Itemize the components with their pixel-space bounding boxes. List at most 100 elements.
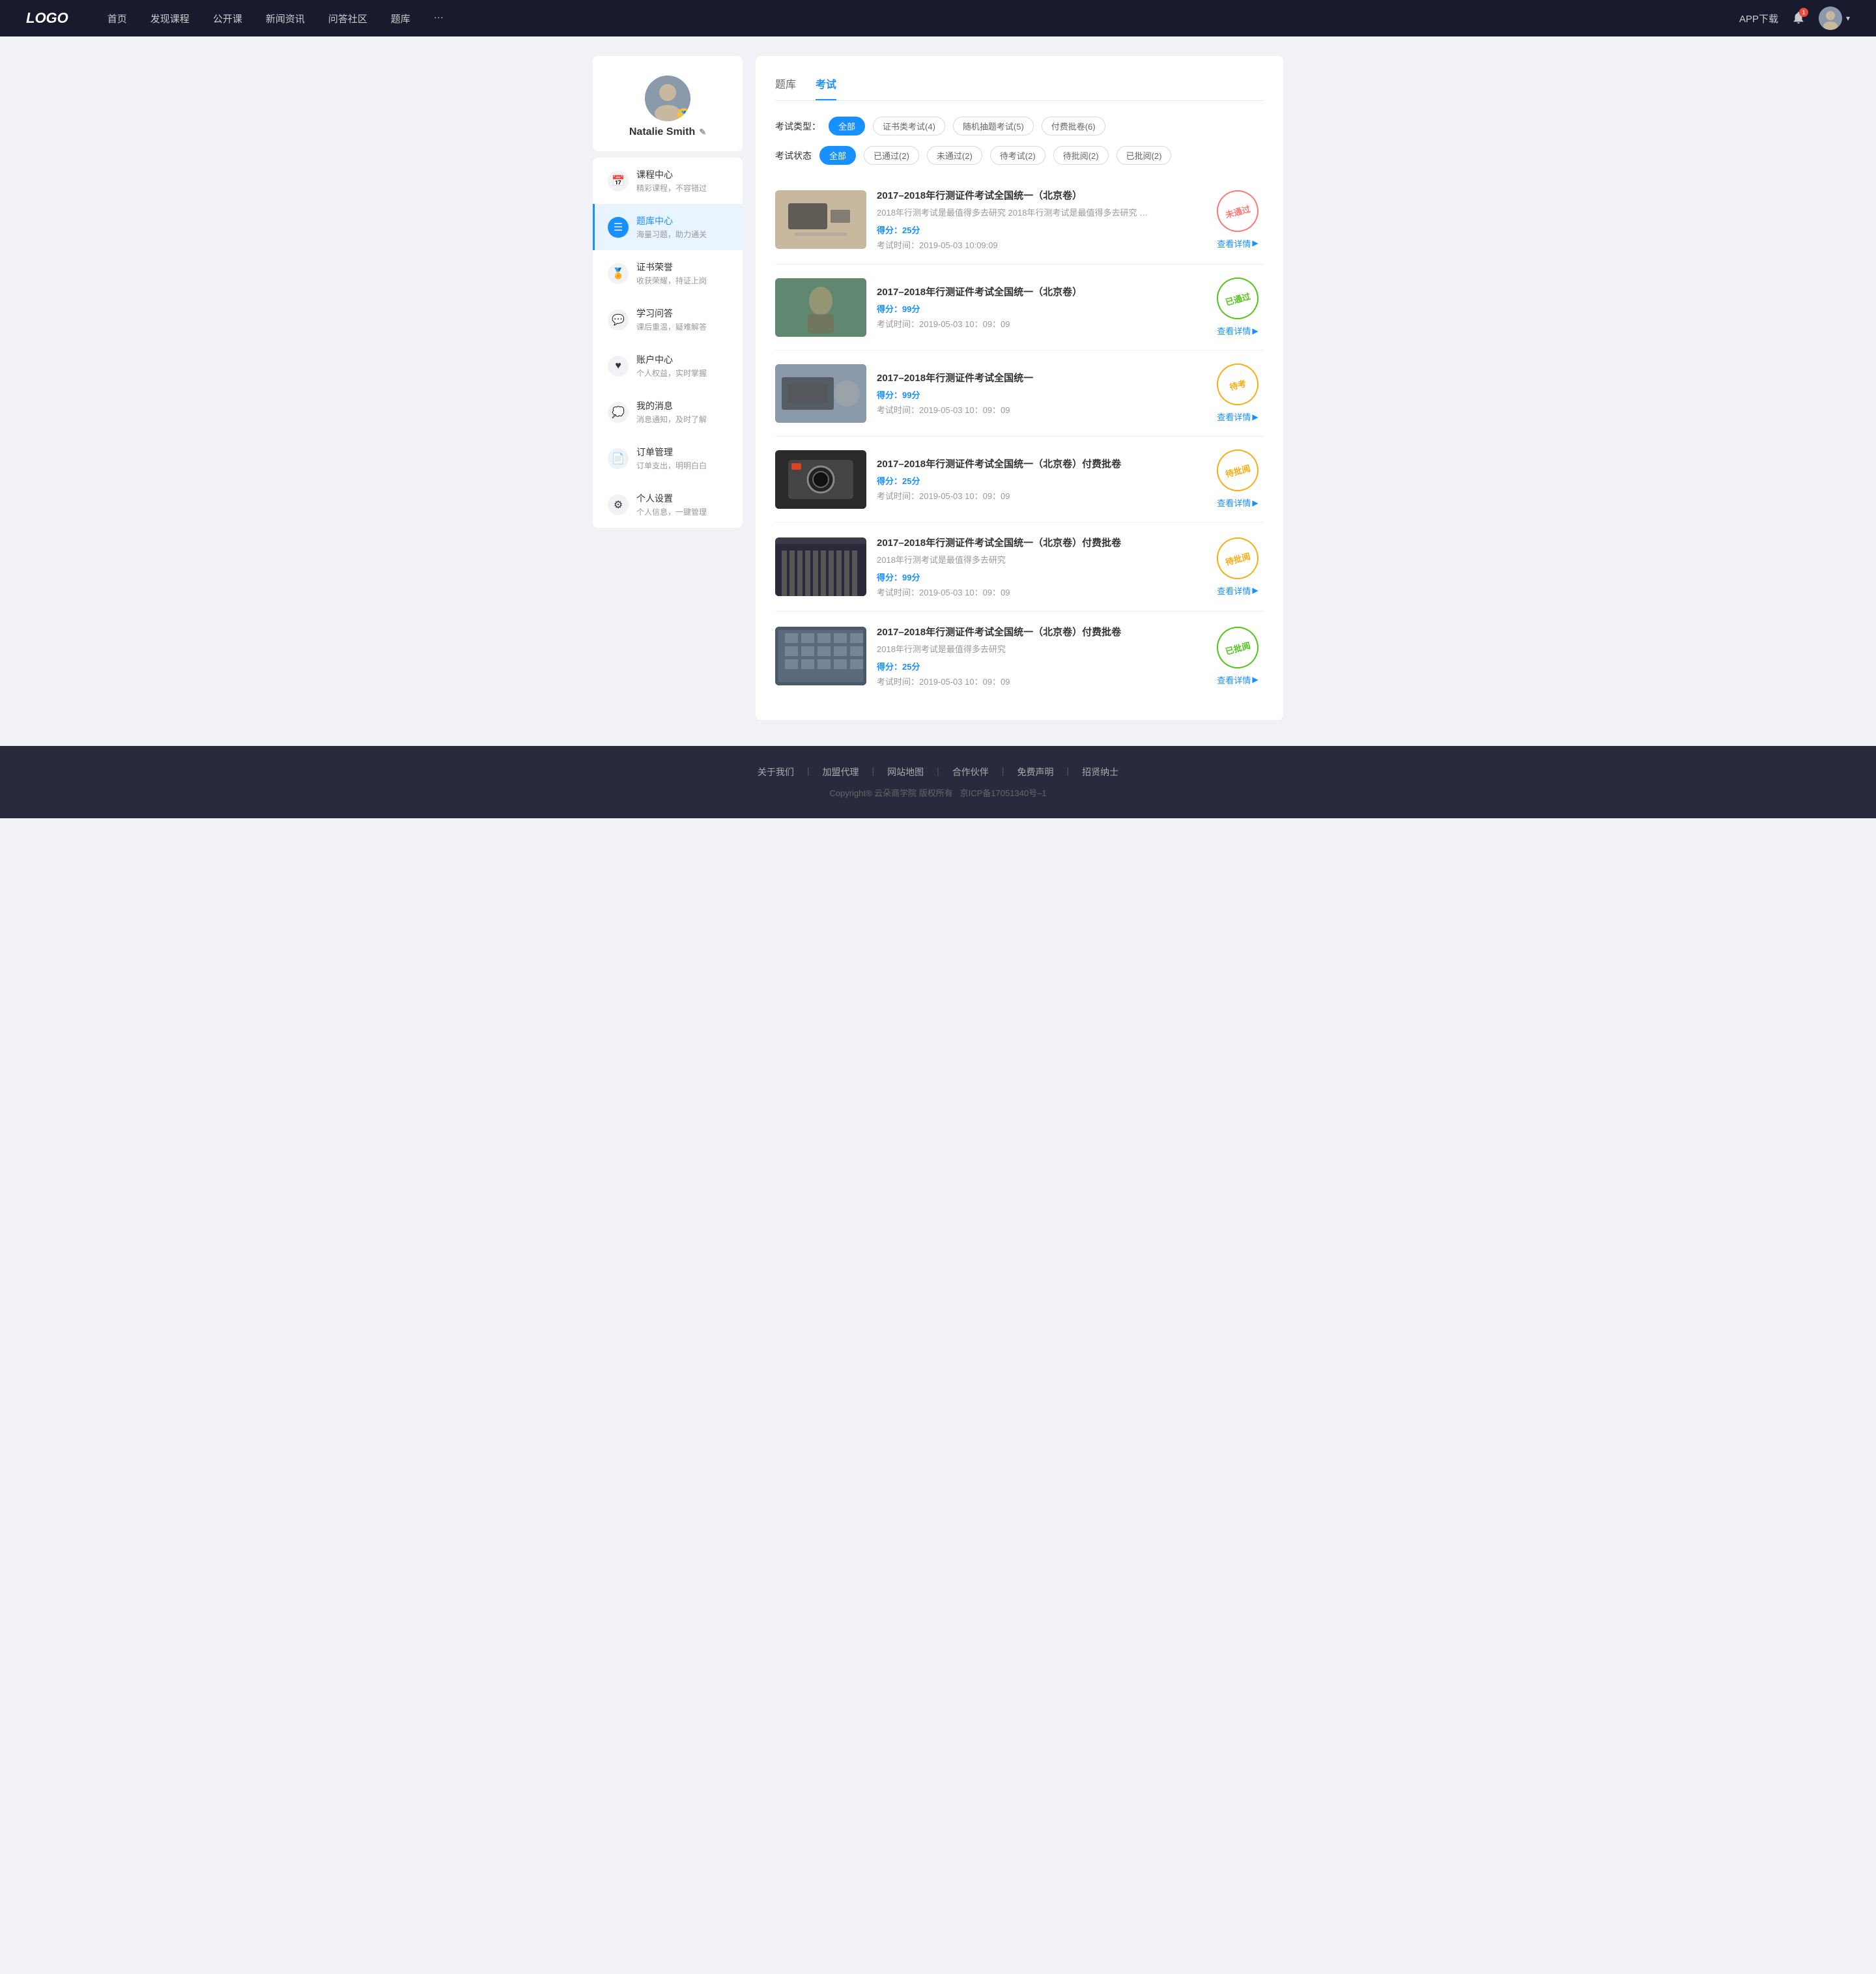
exam-score: 得分：99分 [877,388,1201,401]
exam-time: 考试时间：2019-05-03 10：09：09 [877,586,1201,598]
exam-info: 2017–2018年行测证件考试全国统一 得分：99分 考试时间：2019-05… [877,371,1201,416]
footer-copyright: Copyright® 云朵商学院 版权所有 京ICP备17051340号–1 [26,786,1850,799]
menu-item-sub: 精彩课程，不容错过 [636,182,707,193]
view-detail-button[interactable]: 查看详情▶ [1217,410,1258,423]
notification-badge: 1 [1799,8,1808,17]
exam-status-area: 待批阅 查看详情▶ [1212,450,1264,509]
menu-item-title: 我的消息 [636,399,707,412]
exam-status-area: 待批阅 查看详情▶ [1212,537,1264,597]
nav-more[interactable]: ··· [434,12,444,25]
filter-type-all[interactable]: 全部 [829,117,865,136]
filter-status-pending-exam[interactable]: 待考试(2) [990,146,1045,165]
user-avatar-area[interactable]: ▾ [1819,7,1850,30]
exam-type-filter-row: 考试类型： 全部 证书类考试(4) 随机抽题考试(5) 付费批卷(6) [775,117,1264,136]
nav-open-course[interactable]: 公开课 [213,12,242,25]
filter-type-paid[interactable]: 付费批卷(6) [1042,117,1105,136]
arrow-right-icon: ▶ [1252,586,1258,595]
avatar: 🏅 [645,76,690,121]
sidebar-item-course[interactable]: 📅 课程中心 精彩课程，不容错过 [593,158,743,204]
sidebar-item-order[interactable]: 📄 订单管理 订单支出，明明白白 [593,435,743,481]
exam-thumbnail [775,627,866,685]
exam-thumbnail [775,537,866,596]
sidebar-item-settings[interactable]: ⚙ 个人设置 个人信息，一键管理 [593,481,743,528]
exam-desc: 2018年行测考试是最值得多去研究 [877,553,1150,565]
sidebar-item-question-bank[interactable]: ☰ 题库中心 海量习题，助力通关 [593,204,743,250]
menu-item-title: 课程中心 [636,168,707,181]
nav-qa[interactable]: 问答社区 [328,12,367,25]
nav-question-bank[interactable]: 题库 [391,12,410,25]
arrow-right-icon: ▶ [1252,675,1258,684]
menu-item-sub: 海量习题，助力通关 [636,229,707,240]
exam-thumbnail [775,450,866,509]
exam-info: 2017–2018年行测证件考试全国统一（北京卷） 得分：99分 考试时间：20… [877,285,1201,330]
filter-status-failed[interactable]: 未通过(2) [927,146,982,165]
exam-score: 得分：25分 [877,660,1201,672]
footer: 关于我们 | 加盟代理 | 网站地图 | 合作伙伴 | 免费声明 | 招贤纳士 … [0,746,1876,818]
sidebar-item-qa[interactable]: 💬 学习问答 课后重温，疑难解答 [593,296,743,343]
view-detail-button[interactable]: 查看详情▶ [1217,324,1258,337]
status-stamp: 待批阅 [1212,532,1263,583]
arrow-right-icon: ▶ [1252,326,1258,336]
exam-score: 得分：25分 [877,223,1201,236]
header-right: APP下载 1 ▾ [1739,7,1850,30]
exam-info: 2017–2018年行测证件考试全国统一（北京卷）付费批卷 得分：25分 考试时… [877,457,1201,502]
tab-question-bank[interactable]: 题库 [775,76,796,100]
filter-status-pending-review[interactable]: 待批阅(2) [1053,146,1109,165]
nav-home[interactable]: 首页 [107,12,127,25]
tab-exam[interactable]: 考试 [816,76,836,100]
arrow-right-icon: ▶ [1252,498,1258,508]
certificate-icon: 🏅 [608,263,629,284]
sidebar: 🏅 Natalie Smith ✎ 📅 课程中心 精彩课程，不容错过 ☰ 题库中… [593,56,743,720]
exam-title: 2017–2018年行测证件考试全国统一（北京卷）付费批卷 [877,625,1201,638]
filter-type-cert[interactable]: 证书类考试(4) [873,117,945,136]
menu-item-sub: 课后重温，疑难解答 [636,321,707,332]
nav-news[interactable]: 新闻资讯 [266,12,305,25]
filter-status-reviewed[interactable]: 已批阅(2) [1116,146,1172,165]
filter-type-random[interactable]: 随机抽题考试(5) [953,117,1034,136]
footer-link-partners[interactable]: 合作伙伴 [952,765,989,779]
header-avatar [1819,7,1842,30]
sidebar-item-certificate[interactable]: 🏅 证书荣誉 收获荣耀，持证上岗 [593,250,743,296]
exam-item: 2017–2018年行测证件考试全国统一（北京卷）付费批卷 得分：25分 考试时… [775,436,1264,522]
footer-link-disclaimer[interactable]: 免费声明 [1017,765,1053,779]
app-download-button[interactable]: APP下载 [1739,12,1778,25]
exam-title: 2017–2018年行测证件考试全国统一 [877,371,1201,384]
footer-link-about[interactable]: 关于我们 [758,765,794,779]
footer-link-recruit[interactable]: 招贤纳士 [1082,765,1118,779]
exam-thumbnail [775,190,866,249]
settings-icon: ⚙ [608,494,629,515]
exam-info: 2017–2018年行测证件考试全国统一（北京卷）付费批卷 2018年行测考试是… [877,625,1201,687]
arrow-right-icon: ▶ [1252,238,1258,248]
menu-item-sub: 个人权益，实时掌握 [636,367,707,379]
exam-item: 2017–2018年行测证件考试全国统一（北京卷）付费批卷 2018年行测考试是… [775,522,1264,612]
profile-edit-icon[interactable]: ✎ [699,127,706,137]
footer-link-franchise[interactable]: 加盟代理 [823,765,859,779]
exam-type-filter-label: 考试类型： [775,120,821,133]
exam-time: 考试时间：2019-05-03 10：09：09 [877,403,1201,416]
course-icon: 📅 [608,171,629,192]
exam-title: 2017–2018年行测证件考试全国统一（北京卷）付费批卷 [877,457,1201,470]
filter-status-passed[interactable]: 已通过(2) [864,146,919,165]
exam-score: 得分：25分 [877,474,1201,487]
menu-item-sub: 个人信息，一键管理 [636,506,707,517]
exam-status-area: 已批阅 查看详情▶ [1212,627,1264,686]
main-wrapper: 🏅 Natalie Smith ✎ 📅 课程中心 精彩课程，不容错过 ☰ 题库中… [580,56,1296,720]
status-stamp: 待考 [1212,359,1263,410]
view-detail-button[interactable]: 查看详情▶ [1217,674,1258,686]
footer-links: 关于我们 | 加盟代理 | 网站地图 | 合作伙伴 | 免费声明 | 招贤纳士 [26,765,1850,779]
footer-link-sitemap[interactable]: 网站地图 [887,765,924,779]
sidebar-item-message[interactable]: 💭 我的消息 消息通知，及时了解 [593,389,743,435]
nav-discover[interactable]: 发现课程 [150,12,190,25]
view-detail-button[interactable]: 查看详情▶ [1217,584,1258,597]
notification-bell-icon[interactable]: 1 [1791,10,1806,27]
view-detail-button[interactable]: 查看详情▶ [1217,237,1258,250]
exam-info: 2017–2018年行测证件考试全国统一（北京卷）付费批卷 2018年行测考试是… [877,536,1201,598]
filter-status-all[interactable]: 全部 [819,146,856,165]
exam-title: 2017–2018年行测证件考试全国统一（北京卷） [877,285,1201,298]
status-stamp: 已通过 [1212,273,1263,324]
view-detail-button[interactable]: 查看详情▶ [1217,496,1258,509]
exam-title: 2017–2018年行测证件考试全国统一（北京卷）付费批卷 [877,536,1201,549]
menu-item-sub: 消息通知，及时了解 [636,414,707,425]
sidebar-item-account[interactable]: ♥ 账户中心 个人权益，实时掌握 [593,343,743,389]
exam-item: 2017–2018年行测证件考试全国统一（北京卷） 2018年行测考试是最值得多… [775,175,1264,265]
